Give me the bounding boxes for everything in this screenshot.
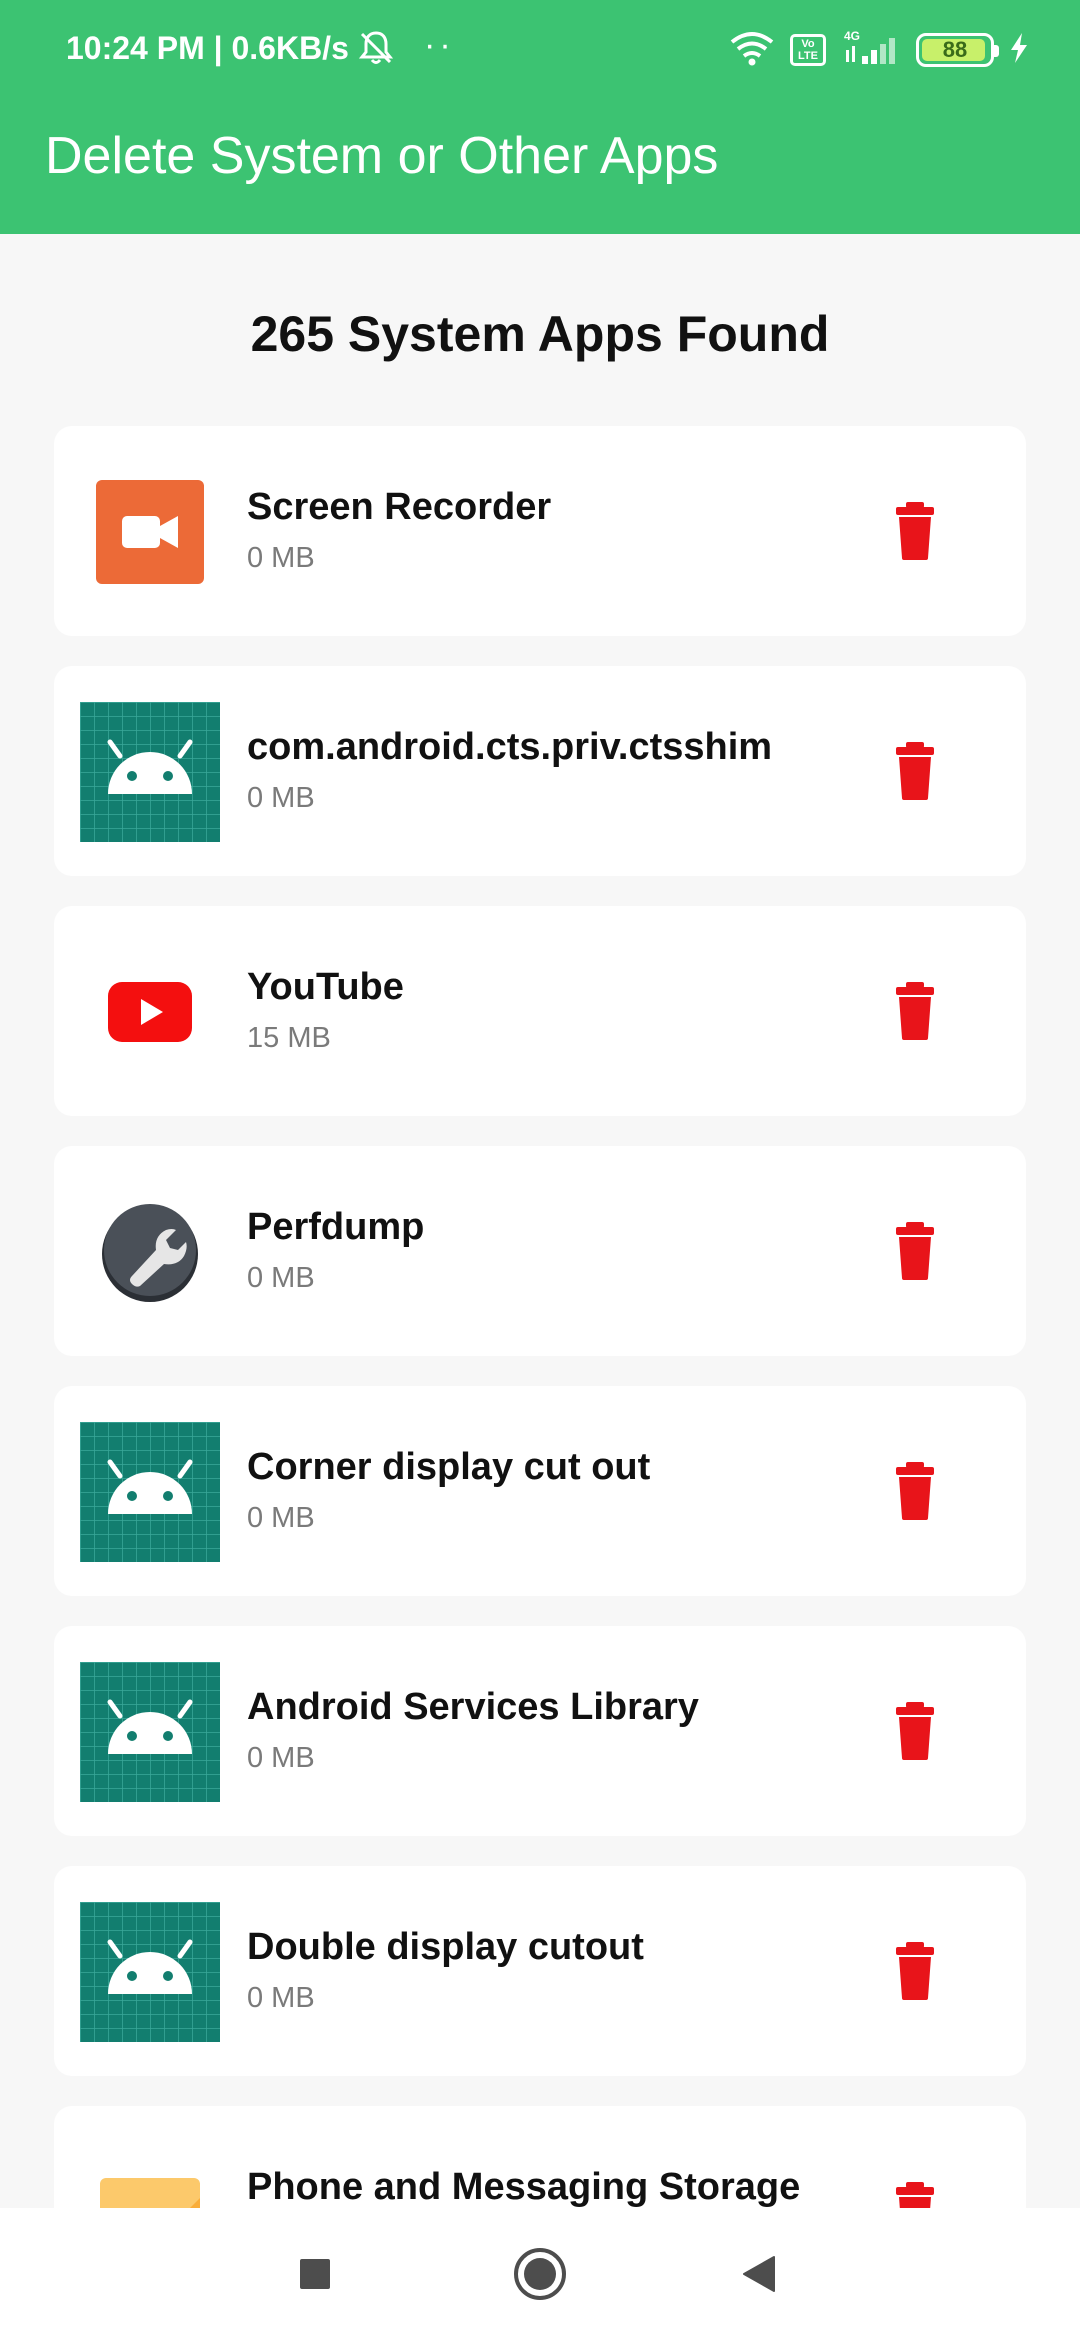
app-bar: 10:24 PM | 0.6KB/s ·· Vo LTE 4G 88 Delet… [0,0,1080,234]
volte-icon: Vo LTE [790,34,826,66]
status-bar: 10:24 PM | 0.6KB/s ·· Vo LTE 4G 88 [0,0,1080,100]
home-button[interactable] [510,2244,570,2304]
trash-icon [896,1222,934,1280]
list-item[interactable]: YouTube 15 MB [54,906,1026,1116]
back-button[interactable] [730,2244,790,2304]
delete-button[interactable] [890,502,940,560]
delete-button[interactable] [890,742,940,800]
wifi-icon [728,30,776,71]
android-default-icon [80,1422,220,1562]
app-size: 0 MB [247,1982,315,2014]
apps-found-heading: 265 System Apps Found [250,306,830,362]
android-default-icon [80,702,220,842]
trash-icon [896,1462,934,1520]
app-name: Android Services Library [247,1686,699,1728]
app-size: 0 MB [247,1502,315,1534]
app-size: 15 MB [247,1022,331,1054]
delete-button[interactable] [890,1222,940,1280]
trash-icon [896,742,934,800]
signal-icon: 4G [840,28,902,73]
list-item[interactable]: Android Services Library 0 MB [54,1626,1026,1836]
list-item[interactable]: Screen Recorder 0 MB [54,426,1026,636]
list-item[interactable]: Double display cutout 0 MB [54,1866,1026,2076]
screen-recorder-icon [80,462,220,602]
folder-icon [80,2142,220,2208]
app-size: 0 MB [247,1262,315,1294]
list-item[interactable]: Perfdump 0 MB [54,1146,1026,1356]
trash-icon [896,982,934,1040]
delete-button[interactable] [890,1462,940,1520]
delete-button[interactable] [890,982,940,1040]
status-dots: ·· [424,26,455,64]
app-name: Double display cutout [247,1926,644,1968]
app-size: 0 MB [247,542,315,574]
wrench-icon [80,1182,220,1322]
net-rate: 0.6KB/s [231,30,349,66]
status-separator: | [204,30,232,66]
recents-button[interactable] [285,2244,345,2304]
network-label: 4G [844,29,860,43]
navigation-bar [0,2208,1080,2340]
back-triangle-icon [743,2256,775,2292]
battery-icon: 88 [916,33,999,67]
app-size: 0 MB [247,1742,315,1774]
charging-icon [1008,31,1030,70]
trash-icon [896,1702,934,1760]
app-name: Screen Recorder [247,486,552,528]
list-item[interactable]: Phone and Messaging Storage [54,2106,1026,2208]
status-icons: Vo LTE 4G 88 [728,28,1030,72]
delete-button[interactable] [890,1942,940,2000]
app-size: 0 MB [247,782,315,814]
recents-square-icon [300,2259,330,2289]
battery-level: 88 [942,37,968,62]
delete-button[interactable] [890,1702,940,1760]
app-list[interactable]: Screen Recorder 0 MB com.android.cts.pri… [54,426,1026,2208]
page-title: Delete System or Other Apps [45,127,719,185]
android-default-icon [80,1902,220,2042]
app-name: Perfdump [247,1206,425,1248]
home-circle-icon [514,2248,566,2300]
trash-icon [896,1942,934,2000]
app-name: com.android.cts.priv.ctsshim [247,726,773,768]
app-name: Phone and Messaging Storage [247,2166,801,2208]
delete-button[interactable] [890,2182,940,2208]
app-name: Corner display cut out [247,1446,651,1488]
app-name: YouTube [247,966,404,1008]
dnd-off-icon [356,28,396,73]
android-default-icon [80,1662,220,1802]
clock: 10:24 PM [66,30,205,66]
list-item[interactable]: com.android.cts.priv.ctsshim 0 MB [54,666,1026,876]
trash-icon [896,2182,934,2208]
list-item[interactable]: Corner display cut out 0 MB [54,1386,1026,1596]
status-time: 10:24 PM | 0.6KB/s [66,30,349,67]
youtube-icon [80,942,220,1082]
trash-icon [896,502,934,560]
